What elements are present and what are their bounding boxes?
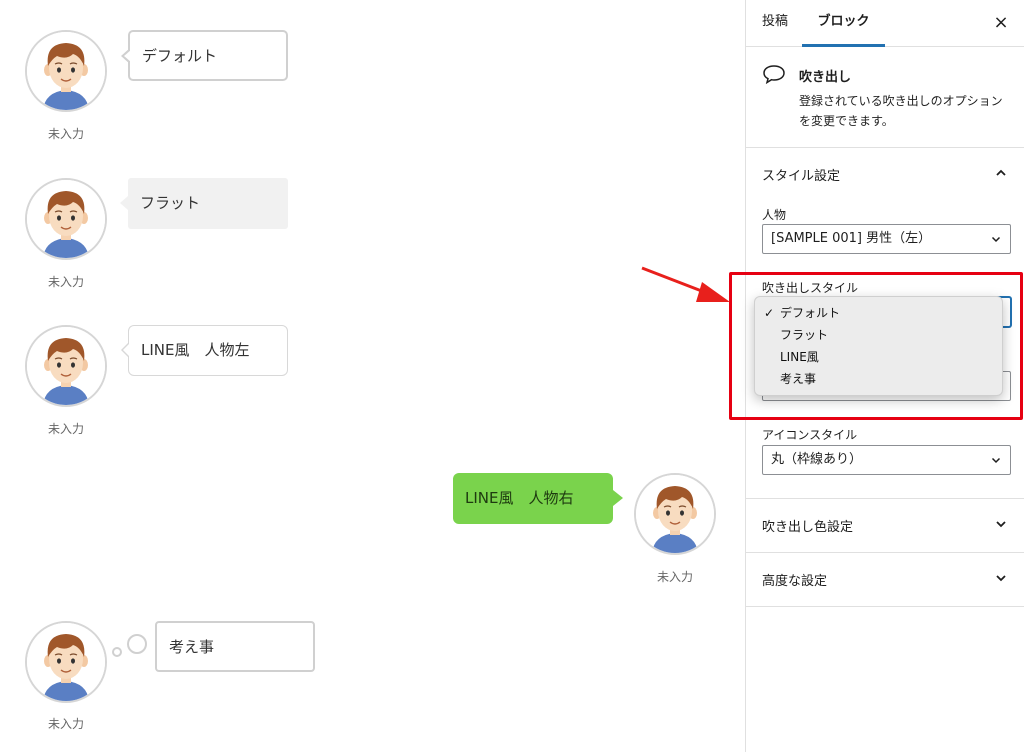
chevron-down-icon	[996, 575, 1006, 582]
avatar	[25, 621, 107, 703]
chevron-down-icon	[991, 236, 1001, 243]
avatar-name: 未入力	[47, 422, 84, 436]
sidebar-tabs: 投稿 ブロック ×	[746, 1, 1024, 47]
balloon-text[interactable]: LINE風 人物右	[453, 473, 623, 524]
block-title: 吹き出し	[799, 70, 852, 85]
panel-color-settings[interactable]: 吹き出し色設定	[746, 499, 1024, 551]
balloon-text[interactable]: LINE風 人物左	[121, 325, 288, 376]
thought-dot-small	[112, 647, 122, 657]
avatar-face-icon	[27, 180, 105, 258]
avatar-name: 未入力	[47, 127, 84, 141]
tab-post[interactable]: 投稿	[762, 1, 788, 46]
panel-advanced-settings[interactable]: 高度な設定	[746, 553, 1024, 605]
icon-style-select-value: 丸（枠線あり）	[771, 452, 863, 467]
person-select[interactable]: [SAMPLE 001] 男性（左）	[762, 224, 1011, 254]
panel-title: スタイル設定	[762, 169, 841, 184]
panel-title: 高度な設定	[762, 574, 828, 589]
chevron-down-icon	[996, 521, 1006, 528]
avatar	[634, 473, 716, 555]
avatar-name: 未入力	[47, 717, 84, 731]
editor-canvas: 未入力 デフォルト 未入力 フラット 未入力 LINE風 人物左 未入力 LIN…	[0, 0, 745, 752]
balloon-text[interactable]: フラット	[120, 178, 288, 229]
speech-bubble-icon	[763, 65, 785, 84]
annotation-arrow-icon	[641, 266, 730, 302]
person-select-value: [SAMPLE 001] 男性（左）	[771, 231, 932, 246]
annotation-highlight-box	[729, 272, 1023, 420]
avatar-face-icon	[27, 623, 105, 701]
avatar-name: 未入力	[656, 570, 693, 584]
avatar-face-icon	[27, 327, 105, 405]
panel-style-settings[interactable]: スタイル設定	[746, 148, 1024, 200]
avatar	[25, 30, 107, 112]
tab-block[interactable]: ブロック	[802, 1, 885, 47]
chevron-down-icon	[991, 457, 1001, 464]
balloon-text[interactable]: 考え事	[155, 621, 315, 672]
avatar-name: 未入力	[47, 275, 84, 289]
avatar	[25, 178, 107, 260]
balloon-text[interactable]: デフォルト	[121, 30, 288, 81]
icon-style-select[interactable]: 丸（枠線あり）	[762, 445, 1011, 475]
panel-title: 吹き出し色設定	[762, 520, 854, 535]
avatar-face-icon	[636, 475, 714, 553]
avatar-face-icon	[27, 32, 105, 110]
close-icon[interactable]: ×	[989, 11, 1013, 35]
block-description: 登録されている吹き出しのオプションを変更できます。	[799, 94, 1003, 128]
block-card: 吹き出し 登録されている吹き出しのオプションを変更できます。	[746, 47, 1024, 148]
panel-divider	[746, 606, 1024, 607]
icon-style-label: アイコンスタイル	[762, 428, 858, 442]
chevron-up-icon	[996, 169, 1006, 176]
avatar	[25, 325, 107, 407]
person-label: 人物	[762, 208, 787, 222]
thought-dot-large	[127, 634, 147, 654]
